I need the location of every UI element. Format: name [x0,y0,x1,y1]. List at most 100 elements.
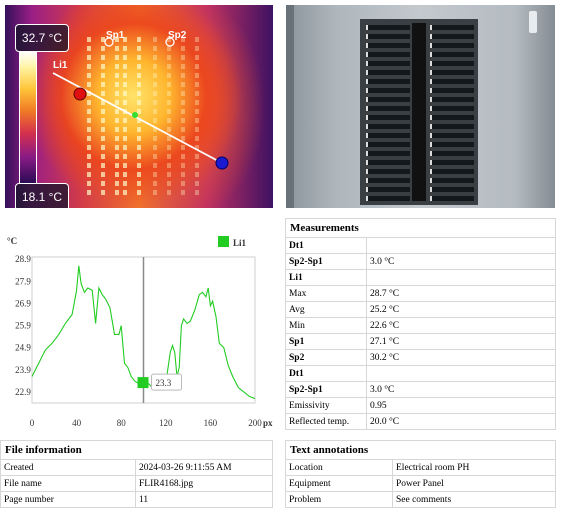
breaker-switch [366,169,410,174]
row-value: 3.0 °C [366,253,556,270]
breaker-switch [366,160,410,165]
row-value: Power Panel [392,475,556,492]
row-value: 0.95 [366,397,556,414]
breaker-switch [366,79,410,84]
x-tick-label: 200 [248,418,262,428]
breaker-switch [366,151,410,156]
breaker-switch [366,25,410,30]
row-label: Location [285,459,393,476]
breaker-switch [430,178,474,183]
coldspot-marker-icon[interactable] [215,156,229,170]
table-row: Problem See comments [285,491,556,508]
row-value: 25.2 °C [366,301,556,318]
row-label: Dt1 [285,237,367,254]
row-label: Sp2 [285,349,367,366]
file-info-title: File information [0,440,273,460]
sp1-label: Sp1 [106,30,125,41]
row-value: 27.1 °C [366,333,556,350]
row-label: Reflected temp. [285,413,367,430]
sp2-label: Sp2 [168,30,187,41]
table-row: Dt1 [285,365,556,382]
table-row: Sp2-Sp1 3.0 °C [285,381,556,398]
table-row: Sp2 30.2 °C [285,349,556,366]
breaker-switch [366,115,410,120]
table-row: Reflected temp. 20.0 °C [285,413,556,430]
cursor-marker-icon[interactable] [137,377,149,389]
breaker-switch [366,187,410,192]
row-label: Emissivity [285,397,367,414]
breaker-switch [430,88,474,93]
breaker-switch [366,97,410,102]
row-value: FLIR4168.jpg [135,475,273,492]
breaker-switch [430,70,474,75]
row-value: 3.0 °C [366,381,556,398]
row-label: Avg [285,301,367,318]
row-label: Min [285,317,367,334]
row-label: Li1 [285,269,367,286]
breaker-panel [360,19,478,205]
breaker-switch [366,142,410,147]
breaker-switch [430,151,474,156]
y-tick-label: 27.9 [15,276,31,286]
li1-cursor-icon[interactable] [132,112,138,118]
table-row: Dt1 [285,237,556,254]
breaker-switch [366,196,410,201]
row-label: Created [0,459,136,476]
table-row: Equipment Power Panel [285,475,556,492]
cursor-value-label: 23.3 [156,378,172,388]
row-value: 28.7 °C [366,285,556,302]
table-row: Location Electrical room PH [285,459,556,476]
row-value [366,237,556,254]
file-info-table: File information Created 2024-03-26 9:11:… [0,440,273,508]
table-row: Avg 25.2 °C [285,301,556,318]
table-row: Created 2024-03-26 9:11:55 AM [0,459,273,476]
x-tick-label: 120 [159,418,173,428]
table-row: File name FLIR4168.jpg [0,475,273,492]
li1-line[interactable] [52,72,223,164]
measurement-overlay [52,37,229,170]
visual-photo [286,5,555,208]
breaker-switch [430,124,474,129]
legend-swatch [218,236,229,247]
breaker-switch [430,43,474,48]
breaker-switch [366,133,410,138]
line-profile-chart: °C 28.9 27.9 26.9 25.9 24.9 23.9 22.9 0 40 80 120 16… [5,220,273,432]
measurements-title: Measurements [285,218,556,238]
row-label: Sp2-Sp1 [285,381,367,398]
row-value: 11 [135,491,273,508]
row-label: File name [0,475,136,492]
table-row: Sp2-Sp1 3.0 °C [285,253,556,270]
row-value: Electrical room PH [392,459,556,476]
hotspot-marker-icon[interactable] [73,87,87,101]
breaker-switch [366,178,410,183]
row-value: 30.2 °C [366,349,556,366]
row-label: Sp1 [285,333,367,350]
x-tick-label: 160 [204,418,218,428]
x-axis-unit: px [263,418,273,428]
legend-label: Li1 [233,238,247,248]
breaker-switch [430,61,474,66]
breaker-switch [430,196,474,201]
y-tick-label: 28.9 [15,254,31,264]
row-value [366,365,556,382]
breaker-switch [366,70,410,75]
table-row: Li1 [285,269,556,286]
y-tick-label: 23.9 [15,365,31,375]
panel-door-edge [286,5,294,208]
row-label: Page number [0,491,136,508]
y-axis-label: °C [7,236,17,246]
measurements-table: Measurements Dt1 Sp2-Sp1 3.0 °C Li1 Max 28.7 … [285,218,556,430]
row-value [366,269,556,286]
breaker-switch [366,88,410,93]
table-row: Emissivity 0.95 [285,397,556,414]
row-value: 20.0 °C [366,413,556,430]
breaker-switch [430,97,474,102]
y-tick-label: 22.9 [15,387,31,397]
text-annotations-table: Text annotations Location Electrical room… [285,440,556,508]
breaker-switch [366,34,410,39]
row-value: See comments [392,491,556,508]
row-label: Equipment [285,475,393,492]
y-tick-label: 25.9 [15,321,31,331]
row-label: Max [285,285,367,302]
x-tick-label: 80 [117,418,127,428]
